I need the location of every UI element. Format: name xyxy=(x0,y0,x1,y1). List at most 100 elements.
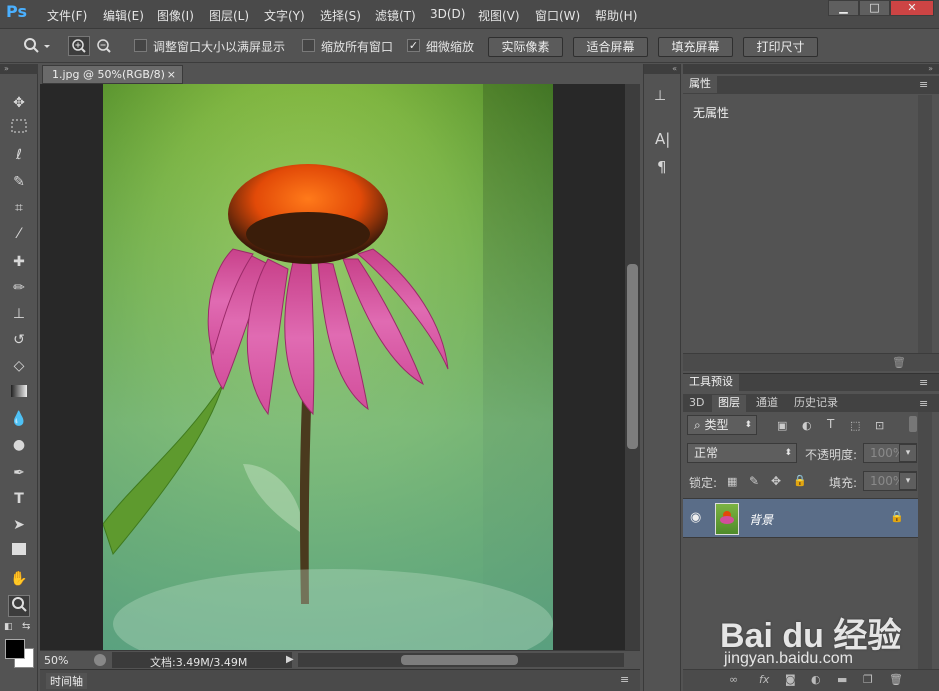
type-icon[interactable]: T xyxy=(8,488,30,510)
close-button[interactable]: ✕ xyxy=(890,0,934,16)
menu-window[interactable]: 窗口(W) xyxy=(535,7,580,24)
lock-transparency-icon[interactable]: ▦ xyxy=(727,475,737,488)
healing-icon[interactable]: ✚ xyxy=(8,251,30,273)
move-icon[interactable]: ✥ xyxy=(8,92,30,114)
rectangle-icon[interactable] xyxy=(8,540,30,562)
resize-windows-checkbox[interactable] xyxy=(134,39,147,52)
hand-icon[interactable]: ✋ xyxy=(8,568,30,590)
layer-style-icon[interactable]: fx xyxy=(759,673,769,686)
eyedropper-icon[interactable]: ⁄ xyxy=(8,223,30,245)
zoom-out-icon[interactable] xyxy=(94,37,114,55)
blend-mode-select[interactable]: 正常 ⬍ xyxy=(687,443,797,463)
foreground-color-swatch[interactable] xyxy=(5,639,25,659)
properties-delete-icon[interactable]: 🗑 xyxy=(892,356,906,369)
layer-filter-kind[interactable]: ⌕ 类型 ⬍ xyxy=(687,415,757,435)
pen-icon[interactable]: ✒ xyxy=(8,462,30,484)
panel-collapse-icon[interactable]: » xyxy=(0,64,38,74)
properties-menu-icon[interactable]: ≡ xyxy=(919,78,928,91)
panel-collapse-arrow-icon[interactable]: » xyxy=(683,64,939,74)
zoom-tool-preset-icon[interactable] xyxy=(22,36,52,56)
lock-all-icon[interactable]: 🔒 xyxy=(793,474,807,487)
filter-toggle[interactable] xyxy=(909,416,917,432)
path-select-icon[interactable]: ➤ xyxy=(8,514,30,536)
vertical-scroll-thumb[interactable] xyxy=(627,264,638,449)
stamp-icon[interactable]: ⊥ xyxy=(8,303,30,325)
minimize-button[interactable]: ▁ xyxy=(828,0,859,16)
document-image[interactable] xyxy=(103,84,553,650)
opacity-dropdown-icon[interactable]: ▾ xyxy=(899,444,917,462)
blur-icon[interactable]: 💧 xyxy=(8,408,30,430)
menu-file[interactable]: 文件(F) xyxy=(47,7,87,24)
visibility-eye-icon[interactable]: ◉ xyxy=(690,510,701,525)
lock-position-icon[interactable]: ✥ xyxy=(771,474,781,488)
fill-screen-button[interactable]: 填充屏幕 xyxy=(658,37,733,57)
eraser-icon[interactable]: ◇ xyxy=(8,355,30,377)
filter-pixel-icon[interactable]: ▣ xyxy=(777,419,787,432)
character-panel-icon[interactable]: A| xyxy=(655,130,670,148)
status-menu-arrow-icon[interactable]: ▶ xyxy=(286,654,294,665)
menu-edit[interactable]: 编辑(E) xyxy=(103,7,144,24)
zoom-level[interactable]: 50% xyxy=(44,654,68,667)
menu-3d[interactable]: 3D(D) xyxy=(430,7,465,21)
filter-type-icon[interactable]: T xyxy=(827,417,834,431)
zoom-in-icon[interactable] xyxy=(68,36,90,56)
status-info-icon[interactable] xyxy=(94,654,106,666)
print-size-button[interactable]: 打印尺寸 xyxy=(743,37,818,57)
link-layers-icon[interactable]: ∞ xyxy=(729,673,738,686)
menu-type[interactable]: 文字(Y) xyxy=(264,7,305,24)
horizontal-scrollbar[interactable] xyxy=(298,653,624,667)
document-tab[interactable]: 1.jpg @ 50%(RGB/8) × xyxy=(42,65,183,84)
crop-icon[interactable]: ⌗ xyxy=(8,197,30,219)
zoom-all-windows-checkbox[interactable] xyxy=(302,39,315,52)
timeline-tab[interactable]: 时间轴 xyxy=(46,673,87,689)
clone-source-icon[interactable]: ⊥ xyxy=(654,88,666,104)
horizontal-scroll-thumb[interactable] xyxy=(401,655,518,665)
menu-image[interactable]: 图像(I) xyxy=(157,7,194,24)
tab-history[interactable]: 历史记录 xyxy=(788,395,844,412)
tab-layers[interactable]: 图层 xyxy=(712,395,746,412)
properties-tab[interactable]: 属性 xyxy=(683,76,717,93)
panel-expand-icon[interactable]: « xyxy=(644,64,680,74)
lasso-icon[interactable]: ℓ xyxy=(8,144,30,166)
lock-pixels-icon[interactable]: ✎ xyxy=(749,474,759,488)
properties-scrollbar[interactable] xyxy=(918,95,932,353)
tab-close-icon[interactable]: × xyxy=(167,66,176,83)
swap-colors-icon[interactable]: ⇆ xyxy=(22,621,32,632)
menu-select[interactable]: 选择(S) xyxy=(320,7,361,24)
vertical-scrollbar[interactable] xyxy=(625,84,640,650)
delete-layer-icon[interactable]: 🗑 xyxy=(889,673,903,686)
adjustment-layer-icon[interactable]: ◐ xyxy=(811,673,821,686)
filter-shape-icon[interactable]: ⬚ xyxy=(850,419,860,432)
layers-menu-icon[interactable]: ≡ xyxy=(919,397,928,410)
paragraph-panel-icon[interactable]: ¶ xyxy=(657,158,667,176)
menu-filter[interactable]: 滤镜(T) xyxy=(375,7,416,24)
menu-help[interactable]: 帮助(H) xyxy=(595,7,637,24)
layer-row[interactable]: ◉ 背景 🔒 xyxy=(683,498,918,538)
tool-presets-menu-icon[interactable]: ≡ xyxy=(919,376,928,389)
add-mask-icon[interactable]: ◙ xyxy=(785,673,796,686)
actual-pixels-button[interactable]: 实际像素 xyxy=(488,37,563,57)
new-group-icon[interactable]: ▬ xyxy=(837,673,847,686)
tool-presets-tab[interactable]: 工具预设 xyxy=(683,374,739,391)
scrubby-zoom-checkbox[interactable]: ✓ xyxy=(407,39,420,52)
gradient-icon[interactable] xyxy=(8,382,30,404)
filter-smart-object-icon[interactable]: ⊡ xyxy=(875,419,884,432)
quick-select-icon[interactable]: ✎ xyxy=(8,171,30,193)
maximize-button[interactable]: □ xyxy=(859,0,890,16)
brush-icon[interactable]: ✏ xyxy=(8,277,30,299)
history-brush-icon[interactable]: ↺ xyxy=(8,329,30,351)
default-colors-icon[interactable]: ◧ xyxy=(4,622,14,632)
layer-name[interactable]: 背景 xyxy=(749,511,773,528)
dodge-icon[interactable]: ● xyxy=(8,434,30,456)
filter-adjustment-icon[interactable]: ◐ xyxy=(802,419,812,432)
zoom-icon[interactable] xyxy=(8,595,30,617)
new-layer-icon[interactable]: ❐ xyxy=(863,673,873,686)
marquee-icon[interactable] xyxy=(8,118,30,140)
fill-dropdown-icon[interactable]: ▾ xyxy=(899,472,917,490)
panel-menu-icon[interactable]: ≡ xyxy=(620,673,629,686)
menu-view[interactable]: 视图(V) xyxy=(478,7,520,24)
fit-screen-button[interactable]: 适合屏幕 xyxy=(573,37,648,57)
menu-layer[interactable]: 图层(L) xyxy=(209,7,249,24)
tab-3d[interactable]: 3D xyxy=(683,395,710,412)
tab-channels[interactable]: 通道 xyxy=(750,395,784,412)
